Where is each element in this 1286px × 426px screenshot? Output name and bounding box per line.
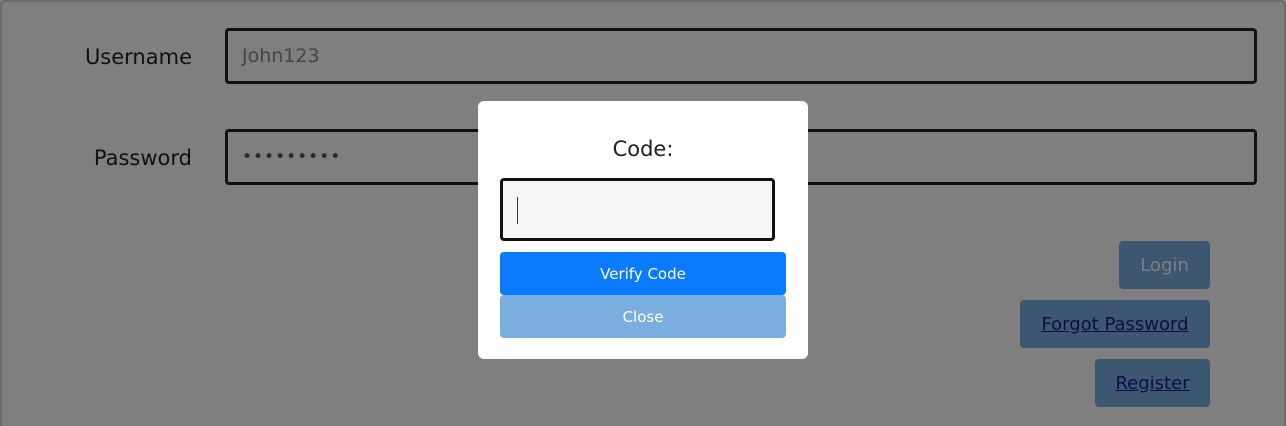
code-input[interactable] <box>500 178 775 241</box>
text-cursor <box>517 197 518 224</box>
close-button[interactable]: Close <box>500 295 786 338</box>
verification-modal: Code: Verify Code Close <box>478 101 808 359</box>
login-page: Username John123 Password ••••••••• Logi… <box>0 0 1286 426</box>
verify-code-button[interactable]: Verify Code <box>500 252 786 295</box>
modal-title: Code: <box>612 137 674 161</box>
